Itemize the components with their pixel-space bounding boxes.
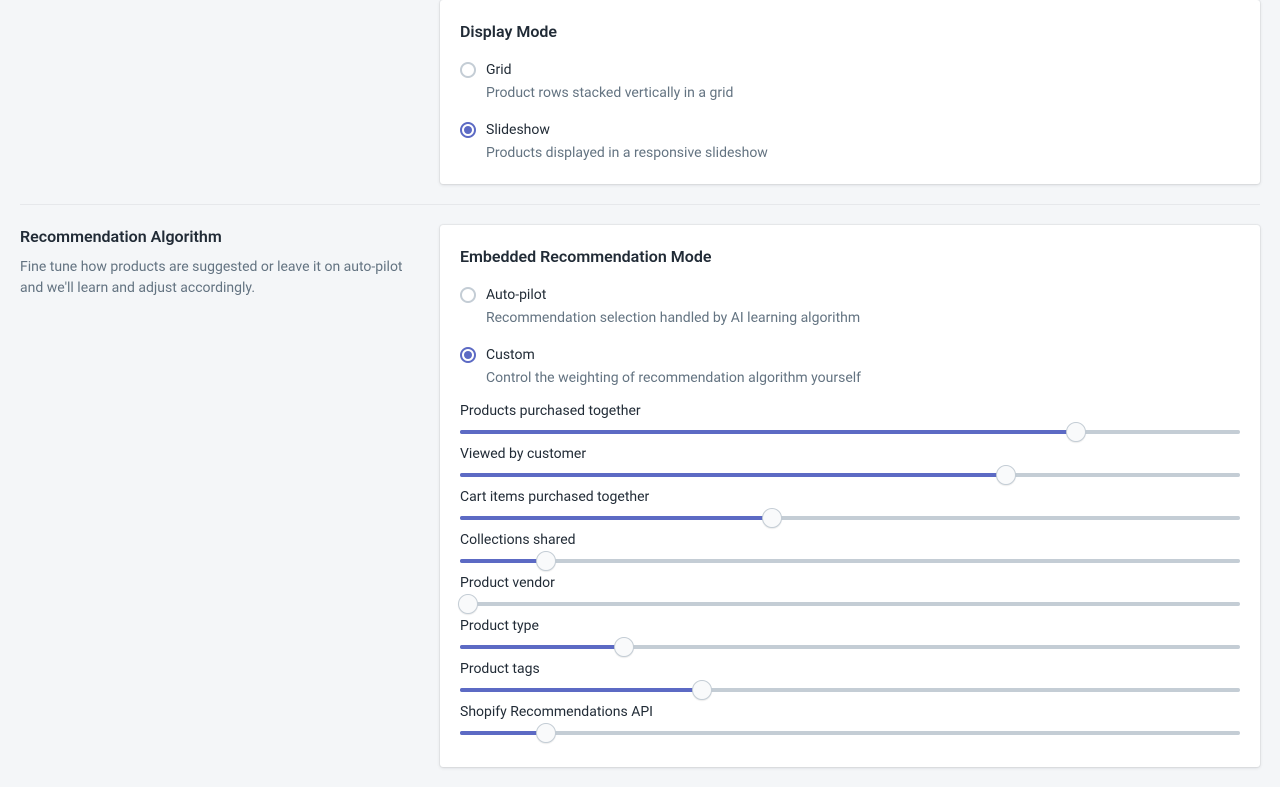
- slider-track[interactable]: [460, 430, 1240, 434]
- radio-desc-grid: Product rows stacked vertically in a gri…: [486, 83, 733, 104]
- slider-thumb[interactable]: [1066, 422, 1086, 442]
- slider-fill: [460, 473, 1006, 477]
- slider-thumb[interactable]: [458, 594, 478, 614]
- slider-thumb[interactable]: [536, 551, 556, 571]
- slider-label: Collections shared: [460, 530, 1240, 551]
- recommendation-header: Recommendation Algorithm Fine tune how p…: [20, 225, 440, 299]
- radio-grid[interactable]: Grid Product rows stacked vertically in …: [460, 60, 1240, 104]
- slider-fill: [460, 430, 1076, 434]
- slider-thumb[interactable]: [996, 465, 1016, 485]
- slider-label: Viewed by customer: [460, 444, 1240, 465]
- slider-track[interactable]: [460, 602, 1240, 606]
- slider-product-type: Product type: [460, 616, 1240, 649]
- radio-circle-grid[interactable]: [460, 62, 476, 78]
- slider-fill: [460, 559, 546, 563]
- slider-product-vendor: Product vendor: [460, 573, 1240, 606]
- radio-desc-autopilot: Recommendation selection handled by AI l…: [486, 308, 860, 329]
- slider-track[interactable]: [460, 645, 1240, 649]
- slider-label: Product vendor: [460, 573, 1240, 594]
- slider-product-tags: Product tags: [460, 659, 1240, 692]
- radio-label-custom: Custom: [486, 345, 861, 366]
- display-mode-section: Display Mode Grid Product rows stacked v…: [20, 0, 1260, 205]
- slider-label: Product tags: [460, 659, 1240, 680]
- display-mode-heading: Display Mode: [460, 20, 1240, 44]
- radio-desc-slideshow: Products displayed in a responsive slide…: [486, 143, 768, 164]
- radio-slideshow[interactable]: Slideshow Products displayed in a respon…: [460, 120, 1240, 164]
- slider-collections-shared: Collections shared: [460, 530, 1240, 563]
- display-mode-card: Display Mode Grid Product rows stacked v…: [440, 0, 1260, 184]
- slider-fill: [460, 645, 624, 649]
- slider-thumb[interactable]: [536, 723, 556, 743]
- recommendation-title: Recommendation Algorithm: [20, 225, 416, 249]
- radio-circle-slideshow[interactable]: [460, 122, 476, 138]
- radio-desc-custom: Control the weighting of recommendation …: [486, 368, 861, 389]
- slider-track[interactable]: [460, 688, 1240, 692]
- radio-label-grid: Grid: [486, 60, 733, 81]
- recommendation-card: Embedded Recommendation Mode Auto-pilot …: [440, 225, 1260, 767]
- recommendation-section: Recommendation Algorithm Fine tune how p…: [20, 205, 1260, 787]
- slider-thumb[interactable]: [692, 680, 712, 700]
- radio-custom[interactable]: Custom Control the weighting of recommen…: [460, 345, 1240, 389]
- slider-cart-items-purchased-together: Cart items purchased together: [460, 487, 1240, 520]
- radio-label-slideshow: Slideshow: [486, 120, 768, 141]
- slider-label: Cart items purchased together: [460, 487, 1240, 508]
- slider-track[interactable]: [460, 516, 1240, 520]
- slider-label: Product type: [460, 616, 1240, 637]
- recommendation-desc: Fine tune how products are suggested or …: [20, 257, 416, 299]
- radio-label-autopilot: Auto-pilot: [486, 285, 860, 306]
- slider-track[interactable]: [460, 473, 1240, 477]
- slider-thumb[interactable]: [614, 637, 634, 657]
- slider-label: Products purchased together: [460, 401, 1240, 422]
- slider-fill: [460, 731, 546, 735]
- embedded-mode-heading: Embedded Recommendation Mode: [460, 245, 1240, 269]
- slider-viewed-by-customer: Viewed by customer: [460, 444, 1240, 477]
- radio-autopilot[interactable]: Auto-pilot Recommendation selection hand…: [460, 285, 1240, 329]
- slider-track[interactable]: [460, 731, 1240, 735]
- slider-shopify-recommendations-api: Shopify Recommendations API: [460, 702, 1240, 735]
- slider-thumb[interactable]: [762, 508, 782, 528]
- radio-circle-custom[interactable]: [460, 347, 476, 363]
- slider-track[interactable]: [460, 559, 1240, 563]
- slider-products-purchased-together: Products purchased together: [460, 401, 1240, 434]
- slider-fill: [460, 688, 702, 692]
- radio-circle-autopilot[interactable]: [460, 287, 476, 303]
- slider-fill: [460, 516, 772, 520]
